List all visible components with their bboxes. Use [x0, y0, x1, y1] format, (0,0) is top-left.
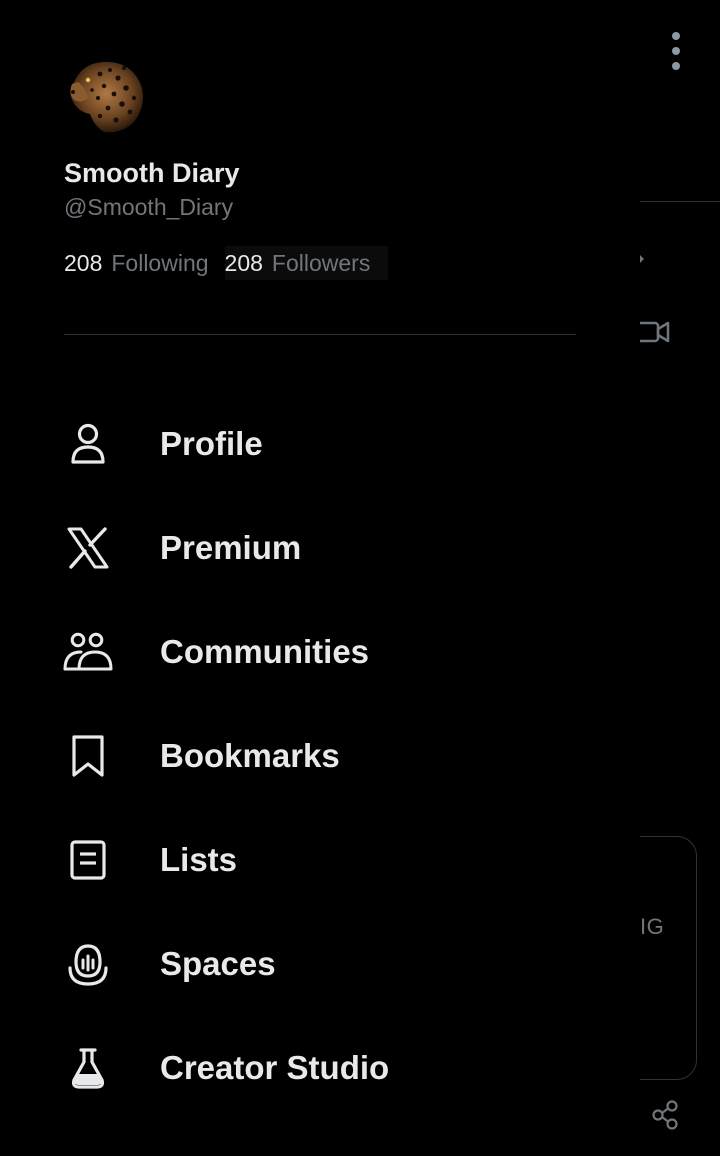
person-icon	[62, 420, 114, 468]
menu-item-creator-studio[interactable]: Creator Studio	[0, 1016, 640, 1120]
followers-count: 208	[224, 249, 263, 276]
spaces-icon	[62, 940, 114, 988]
menu-item-lists[interactable]: Lists	[0, 808, 640, 912]
arrow-fragment-icon	[640, 255, 644, 263]
menu-item-label: Lists	[160, 841, 238, 878]
user-handle: @Smooth_Diary	[64, 194, 234, 220]
list-icon	[62, 836, 114, 884]
menu-item-label: Premium	[160, 529, 302, 566]
background-divider	[640, 201, 720, 202]
menu-item-label: Bookmarks	[160, 737, 340, 774]
followers-label: Followers	[271, 249, 371, 276]
communities-icon	[62, 628, 114, 676]
flask-icon	[62, 1044, 114, 1092]
x-logo-icon	[62, 524, 114, 572]
follow-stats: 208 Following 208 Followers	[64, 246, 389, 280]
background-card[interactable]	[640, 836, 697, 1080]
menu-item-bookmarks[interactable]: Bookmarks	[0, 704, 640, 808]
following-label: Following	[111, 249, 209, 276]
menu-item-profile[interactable]: Profile	[0, 392, 640, 496]
menu-item-label: Creator Studio	[160, 1049, 390, 1086]
menu-item-label: Profile	[160, 425, 263, 462]
display-name[interactable]: Smooth Diary	[64, 158, 240, 189]
video-camera-icon[interactable]	[640, 318, 672, 346]
drawer-divider	[64, 334, 576, 335]
share-icon[interactable]	[652, 1100, 680, 1130]
menu-item-communities[interactable]: Communities	[0, 600, 640, 704]
menu-item-label: Spaces	[160, 945, 276, 982]
navigation-drawer: Smooth Diary @Smooth_Diary 208 Following…	[0, 0, 640, 1156]
background-card-text: IG	[640, 914, 665, 939]
avatar[interactable]	[64, 54, 146, 136]
bookmark-icon	[62, 732, 114, 780]
menu-item-premium[interactable]: Premium	[0, 496, 640, 600]
following-count: 208	[64, 249, 103, 276]
menu-item-spaces[interactable]: Spaces	[0, 912, 640, 1016]
vertical-dots-icon[interactable]	[667, 30, 685, 72]
background-timeline: IG	[640, 0, 720, 1156]
following-link[interactable]: 208 Following	[64, 246, 209, 280]
drawer-menu: Profile Premium Communities Bookmarks Li…	[0, 392, 640, 1120]
menu-item-label: Communities	[160, 633, 370, 670]
followers-link[interactable]: 208 Followers	[224, 246, 389, 280]
